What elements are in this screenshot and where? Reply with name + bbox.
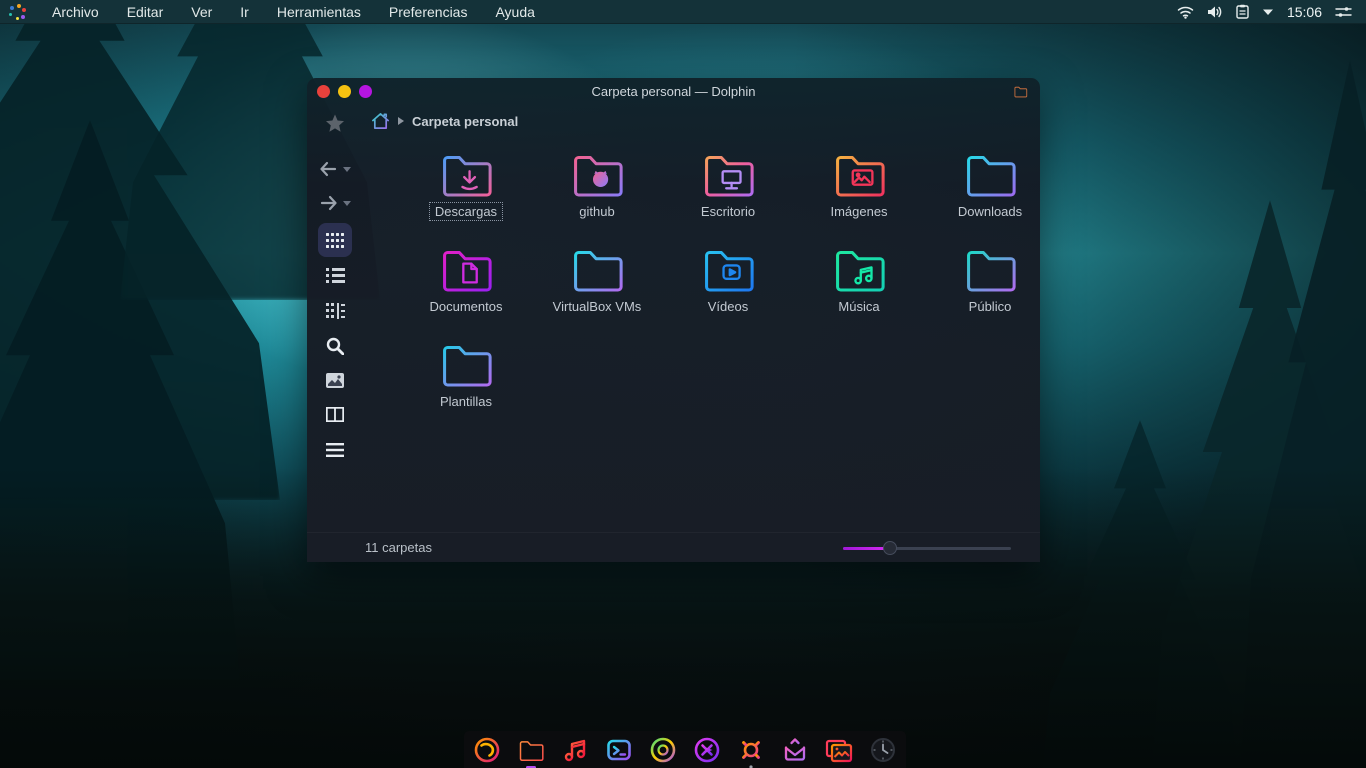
window-folder-icon bbox=[1013, 85, 1040, 98]
github-octocat-glyph bbox=[592, 170, 609, 187]
clipboard-icon[interactable] bbox=[1236, 4, 1249, 19]
download-arrow-glyph bbox=[461, 170, 478, 191]
home-icon[interactable] bbox=[371, 112, 390, 130]
folder-label: Downloads bbox=[957, 204, 1023, 219]
folder-item-musica[interactable]: Música bbox=[800, 244, 918, 339]
folder-label: Documentos bbox=[429, 299, 503, 314]
folder-label: Música bbox=[838, 299, 880, 314]
video-play-glyph bbox=[722, 264, 741, 280]
wifi-icon[interactable] bbox=[1177, 5, 1194, 19]
folder-icon-descargas bbox=[443, 155, 492, 197]
global-menubar: Archivo Editar Ver Ir Herramientas Prefe… bbox=[0, 0, 1366, 24]
close-button[interactable] bbox=[317, 85, 330, 98]
gallery-icon[interactable] bbox=[825, 735, 854, 764]
menu-hamburger-icon[interactable] bbox=[307, 443, 363, 457]
file-grid: Descargas github Escritorio Imágenes Dow… bbox=[363, 139, 1040, 532]
chrome-icon[interactable] bbox=[649, 735, 678, 764]
distro-dots-logo-icon[interactable] bbox=[8, 3, 28, 21]
folder-icon-github bbox=[574, 155, 623, 197]
folder-label: Descargas bbox=[428, 202, 504, 221]
search-icon[interactable] bbox=[307, 337, 363, 355]
folder-icon-videos bbox=[705, 250, 754, 292]
folder-icon-virtualbox bbox=[574, 250, 623, 292]
menu-ver[interactable]: Ver bbox=[177, 0, 226, 24]
titlebar[interactable]: Carpeta personal — Dolphin bbox=[307, 78, 1040, 105]
clock[interactable]: 15:06 bbox=[1287, 4, 1322, 20]
folder-item-publico[interactable]: Público bbox=[931, 244, 1040, 339]
folder-icon-escritorio bbox=[705, 155, 754, 197]
status-bar: 11 carpetas bbox=[307, 532, 1040, 562]
tweaks-icon[interactable] bbox=[1335, 5, 1352, 19]
sidebar-toolbar bbox=[307, 105, 363, 562]
folder-icon-plantillas bbox=[443, 345, 492, 387]
forward-history-caret[interactable] bbox=[343, 200, 351, 206]
volume-icon[interactable] bbox=[1207, 5, 1223, 19]
folder-icon-musica bbox=[836, 250, 885, 292]
folder-icon-publico bbox=[967, 250, 1016, 292]
list-view-button[interactable] bbox=[307, 268, 363, 283]
image-glyph bbox=[851, 169, 874, 186]
folder-label: Público bbox=[968, 299, 1012, 314]
back-button[interactable] bbox=[307, 161, 363, 177]
maximize-button[interactable] bbox=[359, 85, 372, 98]
folder-label: Imágenes bbox=[830, 204, 888, 219]
document-glyph bbox=[462, 262, 478, 284]
music-note-glyph bbox=[854, 266, 873, 285]
star-bookmark-icon[interactable] bbox=[307, 114, 363, 133]
media-player-x-icon[interactable] bbox=[693, 735, 722, 764]
folder-label: Plantillas bbox=[439, 394, 493, 409]
split-view-icon[interactable] bbox=[307, 407, 363, 422]
folder-count-label: 11 carpetas bbox=[365, 540, 432, 555]
minimize-button[interactable] bbox=[338, 85, 351, 98]
zoom-slider-handle[interactable] bbox=[883, 541, 897, 555]
music-app-icon[interactable] bbox=[561, 735, 590, 764]
window-body: Carpeta personal Descargas github Escrit… bbox=[307, 105, 1040, 562]
folder-item-downloads[interactable]: Downloads bbox=[931, 149, 1040, 244]
folder-icon-downloads bbox=[967, 155, 1016, 197]
preview-icon[interactable] bbox=[307, 373, 363, 388]
menu-archivo[interactable]: Archivo bbox=[38, 0, 113, 24]
compact-view-button[interactable] bbox=[307, 303, 363, 319]
menu-preferencias[interactable]: Preferencias bbox=[375, 0, 482, 24]
folder-item-videos[interactable]: Vídeos bbox=[669, 244, 787, 339]
folder-icon-documentos bbox=[443, 250, 492, 292]
breadcrumb: Carpeta personal bbox=[363, 105, 1040, 137]
folder-item-imagenes[interactable]: Imágenes bbox=[800, 149, 918, 244]
clock-app-icon[interactable] bbox=[869, 735, 898, 764]
folder-icon-imagenes bbox=[836, 155, 885, 197]
caret-down-icon[interactable] bbox=[1262, 8, 1274, 16]
zoom-slider[interactable] bbox=[843, 541, 1011, 555]
forward-button[interactable] bbox=[307, 195, 363, 211]
menu-ir[interactable]: Ir bbox=[226, 0, 263, 24]
system-tray: 15:06 bbox=[1177, 4, 1366, 20]
firefox-icon[interactable] bbox=[473, 735, 502, 764]
dock bbox=[464, 731, 906, 768]
folder-item-documentos[interactable]: Documentos bbox=[407, 244, 525, 339]
settings-gear-icon[interactable] bbox=[737, 735, 766, 768]
monitor-glyph bbox=[721, 170, 742, 190]
menu-herramientas[interactable]: Herramientas bbox=[263, 0, 375, 24]
folder-item-virtualbox-vms[interactable]: VirtualBox VMs bbox=[538, 244, 656, 339]
terminal-icon[interactable] bbox=[605, 735, 634, 764]
file-manager-icon[interactable] bbox=[517, 735, 546, 768]
folder-item-escritorio[interactable]: Escritorio bbox=[669, 149, 787, 244]
folder-item-plantillas[interactable]: Plantillas bbox=[407, 339, 525, 434]
folder-label: Escritorio bbox=[700, 204, 756, 219]
folder-item-github[interactable]: github bbox=[538, 149, 656, 244]
breadcrumb-separator bbox=[398, 117, 404, 125]
folder-label: github bbox=[579, 204, 615, 219]
folder-label: VirtualBox VMs bbox=[552, 299, 642, 314]
menu-editar[interactable]: Editar bbox=[113, 0, 178, 24]
menu-ayuda[interactable]: Ayuda bbox=[481, 0, 548, 24]
folder-label: Vídeos bbox=[707, 299, 749, 314]
back-history-caret[interactable] bbox=[343, 166, 351, 172]
mail-share-icon[interactable] bbox=[781, 735, 810, 764]
window-title: Carpeta personal — Dolphin bbox=[591, 84, 756, 99]
breadcrumb-location[interactable]: Carpeta personal bbox=[412, 114, 518, 129]
dolphin-window: Carpeta personal — Dolphin Carpeta perso… bbox=[307, 78, 1040, 562]
icons-view-button[interactable] bbox=[318, 223, 352, 257]
desktop: Archivo Editar Ver Ir Herramientas Prefe… bbox=[0, 0, 1366, 768]
folder-item-descargas[interactable]: Descargas bbox=[407, 149, 525, 244]
